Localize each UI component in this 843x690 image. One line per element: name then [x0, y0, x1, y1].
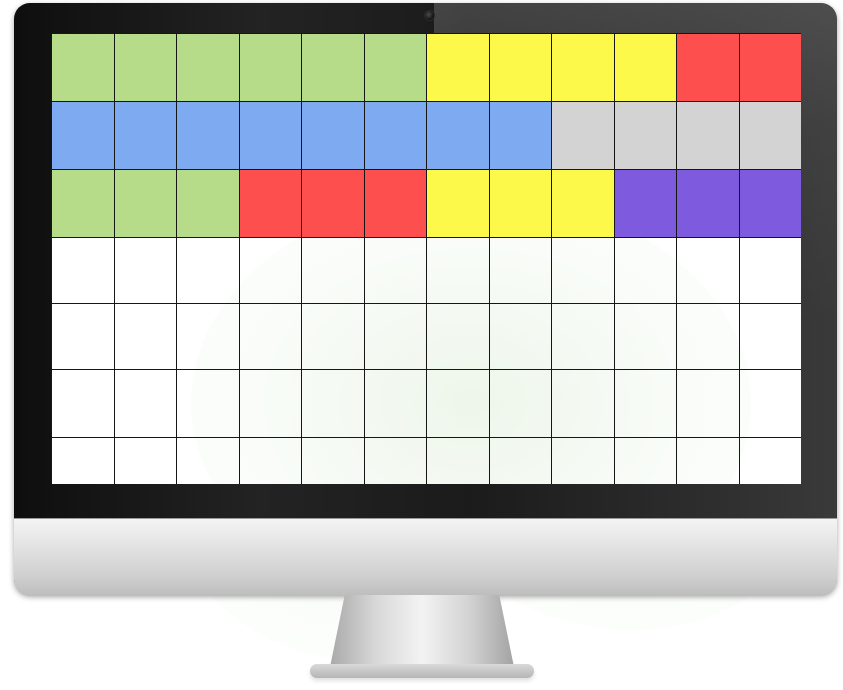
grid-cell — [613, 169, 677, 238]
grid-cell — [613, 33, 677, 102]
grid-cell — [738, 303, 801, 370]
grid-cell — [738, 169, 801, 238]
grid-cell — [676, 369, 740, 438]
grid-cell — [51, 437, 115, 484]
grid-cell — [301, 369, 365, 438]
grid-cell — [176, 437, 240, 484]
grid-cell — [613, 101, 677, 170]
block-grid — [51, 33, 801, 484]
grid-cell — [301, 303, 365, 370]
grid-cell — [113, 33, 177, 102]
grid-cell — [426, 101, 490, 170]
grid-cell — [51, 369, 115, 438]
grid-cell — [113, 101, 177, 170]
grid-cell — [551, 303, 615, 370]
grid-cell — [176, 33, 240, 102]
grid-cell — [238, 33, 302, 102]
grid-cell — [113, 437, 177, 484]
grid-cell — [613, 369, 677, 438]
grid-cell — [551, 33, 615, 102]
grid-cell — [676, 169, 740, 238]
grid-cell — [113, 169, 177, 238]
grid-cell — [51, 101, 115, 170]
grid-cell — [551, 169, 615, 238]
grid-cell — [613, 303, 677, 370]
monitor-stand-base — [310, 664, 534, 678]
grid-cell — [301, 101, 365, 170]
grid-cell — [238, 169, 302, 238]
grid-cell — [51, 303, 115, 370]
grid-cell — [113, 237, 177, 304]
grid-cell — [488, 33, 552, 102]
grid-cell — [426, 237, 490, 304]
grid-cell — [738, 101, 801, 170]
grid-cell — [238, 101, 302, 170]
grid-cell — [676, 33, 740, 102]
grid-cell — [238, 303, 302, 370]
grid-cell — [738, 237, 801, 304]
grid-cell — [676, 437, 740, 484]
grid-cell — [551, 369, 615, 438]
grid-cell — [676, 303, 740, 370]
grid-cell — [363, 437, 427, 484]
grid-cell — [301, 169, 365, 238]
grid-cell — [363, 369, 427, 438]
grid-cell — [488, 369, 552, 438]
grid-cell — [51, 237, 115, 304]
grid-cell — [363, 169, 427, 238]
grid-cell — [613, 237, 677, 304]
grid-cell — [301, 33, 365, 102]
grid-cell — [426, 369, 490, 438]
grid-cell — [488, 101, 552, 170]
grid-cell — [676, 237, 740, 304]
grid-cell — [113, 369, 177, 438]
grid-cell — [238, 237, 302, 304]
grid-cell — [363, 101, 427, 170]
grid-cell — [301, 437, 365, 484]
grid-cell — [363, 237, 427, 304]
grid-cell — [238, 437, 302, 484]
monitor-stand — [330, 595, 514, 667]
monitor-chin — [14, 518, 837, 596]
grid-cell — [238, 369, 302, 438]
grid-cell — [488, 303, 552, 370]
grid-cell — [738, 437, 801, 484]
grid-cell — [51, 169, 115, 238]
grid-cell — [363, 33, 427, 102]
grid-cell — [363, 303, 427, 370]
grid-cell — [488, 437, 552, 484]
grid-cell — [551, 237, 615, 304]
grid-cell — [738, 369, 801, 438]
grid-cell — [488, 169, 552, 238]
grid-cell — [426, 303, 490, 370]
grid-cell — [176, 169, 240, 238]
grid-cell — [613, 437, 677, 484]
grid-cell — [551, 437, 615, 484]
camera-icon — [424, 10, 435, 21]
grid-cell — [176, 101, 240, 170]
grid-cell — [426, 33, 490, 102]
grid-cell — [113, 303, 177, 370]
grid-cell — [426, 437, 490, 484]
grid-cell — [176, 303, 240, 370]
grid-cell — [301, 237, 365, 304]
grid-cell — [176, 237, 240, 304]
grid-cell — [488, 237, 552, 304]
grid-cell — [551, 101, 615, 170]
screen — [51, 33, 801, 484]
grid-cell — [738, 33, 801, 102]
grid-cell — [426, 169, 490, 238]
grid-cell — [676, 101, 740, 170]
grid-cell — [176, 369, 240, 438]
grid-cell — [51, 33, 115, 102]
